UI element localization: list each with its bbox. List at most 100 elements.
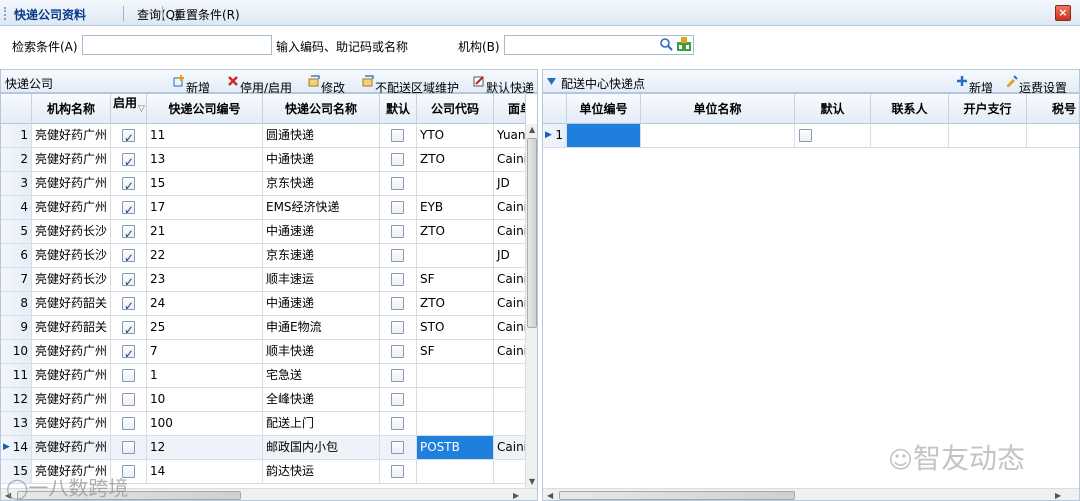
cell-default[interactable] — [380, 388, 417, 412]
cell-company-code[interactable]: 15 — [147, 172, 263, 196]
cell-org-name[interactable]: 亮健好药广州 — [32, 196, 111, 220]
cell-company-code[interactable]: 7 — [147, 340, 263, 364]
cell-org-name[interactable]: 亮健好药广州 — [32, 148, 111, 172]
row-number[interactable]: 3 — [1, 172, 32, 196]
scroll-thumb[interactable] — [527, 138, 537, 328]
org-tree-icon[interactable] — [676, 36, 692, 52]
collapse-arrow-icon[interactable] — [547, 78, 556, 86]
enabled-checkbox[interactable] — [122, 369, 135, 382]
cell-enabled[interactable] — [111, 148, 147, 172]
default-checkbox[interactable] — [391, 129, 404, 142]
default-checkbox[interactable] — [391, 273, 404, 286]
cell-company-shortcode[interactable]: SF — [417, 268, 494, 292]
cell-waybill[interactable]: Caini — [494, 220, 526, 244]
enabled-checkbox[interactable] — [122, 319, 135, 339]
row-number[interactable]: 7 — [1, 268, 32, 292]
cell-waybill[interactable]: Caini — [494, 268, 526, 292]
cell-waybill[interactable]: Caini — [494, 196, 526, 220]
cell-company-code[interactable]: 14 — [147, 460, 263, 484]
cell-default[interactable] — [380, 268, 417, 292]
cell-company-code[interactable]: 100 — [147, 412, 263, 436]
default-checkbox[interactable] — [391, 153, 404, 166]
enabled-checkbox[interactable] — [122, 223, 135, 243]
search-icon[interactable] — [659, 37, 673, 51]
row-number[interactable]: 11 — [1, 364, 32, 388]
default-checkbox[interactable] — [391, 225, 404, 238]
cell-default[interactable] — [380, 148, 417, 172]
cell-company-shortcode[interactable]: ZTO — [417, 292, 494, 316]
cell-waybill[interactable]: Caini — [494, 292, 526, 316]
cell-waybill[interactable]: JD — [494, 172, 526, 196]
cell-company-shortcode[interactable] — [417, 412, 494, 436]
cell-org-name[interactable]: 亮健好药长沙 — [32, 268, 111, 292]
cell-company-code[interactable]: 10 — [147, 388, 263, 412]
cell-company-name[interactable]: 全峰快递 — [263, 388, 380, 412]
cell-company-code[interactable]: 24 — [147, 292, 263, 316]
default-checkbox[interactable] — [391, 369, 404, 382]
cell-default[interactable] — [380, 364, 417, 388]
cell-company-code[interactable]: 17 — [147, 196, 263, 220]
column-header-org-name[interactable]: 机构名称 — [32, 94, 111, 124]
cell-default[interactable] — [380, 172, 417, 196]
column-header-default[interactable]: 默认 — [795, 94, 871, 124]
row-number[interactable]: 1 — [1, 124, 32, 148]
cell-company-code[interactable]: 13 — [147, 148, 263, 172]
cell-org-name[interactable]: 亮健好药广州 — [32, 412, 111, 436]
right-add-button[interactable]: 新增 — [956, 74, 993, 95]
default-checkbox[interactable] — [391, 177, 404, 190]
default-checkbox[interactable] — [391, 201, 404, 214]
cell-company-code[interactable]: 21 — [147, 220, 263, 244]
cell-waybill[interactable]: Caini — [494, 316, 526, 340]
enabled-checkbox[interactable] — [122, 417, 135, 430]
cell-org-name[interactable]: 亮健好药广州 — [32, 340, 111, 364]
cell-enabled[interactable] — [111, 364, 147, 388]
close-button[interactable]: × — [1055, 5, 1071, 21]
scroll-down-icon[interactable]: ▼ — [529, 477, 535, 486]
column-header-tax-id[interactable]: 税号 — [1027, 94, 1079, 124]
cell-company-shortcode[interactable] — [417, 460, 494, 484]
default-checkbox[interactable] — [391, 345, 404, 358]
default-express-button[interactable]: 默认快递 — [473, 74, 534, 95]
cell-default[interactable] — [380, 436, 417, 460]
column-header-unit-code[interactable]: 单位编号 — [567, 94, 641, 124]
row-number[interactable]: 5 — [1, 220, 32, 244]
right-horizontal-scrollbar[interactable]: ◀ ▶ — [543, 488, 1079, 500]
default-checkbox[interactable] — [391, 417, 404, 430]
cell-company-name[interactable]: 韵达快运 — [263, 460, 380, 484]
cell-org-name[interactable]: 亮健好药广州 — [32, 172, 111, 196]
cell-enabled[interactable] — [111, 340, 147, 364]
cell-enabled[interactable] — [111, 436, 147, 460]
cell-default[interactable] — [380, 244, 417, 268]
row-number[interactable]: 2 — [1, 148, 32, 172]
column-header-unit-name[interactable]: 单位名称 — [641, 94, 795, 124]
cell-waybill[interactable] — [494, 412, 526, 436]
cell-company-name[interactable]: 圆通快递 — [263, 124, 380, 148]
scroll-right-icon[interactable]: ▶ — [1055, 491, 1061, 500]
enabled-checkbox[interactable] — [122, 441, 135, 454]
enabled-checkbox[interactable] — [122, 175, 135, 195]
column-header-company-code[interactable]: 快递公司编号 — [147, 94, 263, 124]
cell-company-name[interactable]: 宅急送 — [263, 364, 380, 388]
enabled-checkbox[interactable] — [122, 343, 135, 363]
cell-company-name[interactable]: 配送上门 — [263, 412, 380, 436]
cell-default[interactable] — [380, 196, 417, 220]
row-number[interactable]: 10 — [1, 340, 32, 364]
cell-waybill[interactable] — [494, 460, 526, 484]
cell-org-name[interactable]: 亮健好药韶关 — [32, 316, 111, 340]
default-checkbox[interactable] — [799, 129, 812, 142]
h-scroll-thumb[interactable] — [559, 491, 795, 500]
column-header-enabled[interactable]: 启用 ▽ — [111, 94, 147, 124]
cell-company-shortcode[interactable]: YTO — [417, 124, 494, 148]
cell-enabled[interactable] — [111, 412, 147, 436]
cell-enabled[interactable] — [111, 292, 147, 316]
cell-unit-name[interactable] — [641, 124, 795, 148]
cell-company-name[interactable]: 中通快递 — [263, 148, 380, 172]
cell-company-shortcode[interactable] — [417, 388, 494, 412]
column-header-company-shortcode[interactable]: 公司代码 — [417, 94, 494, 124]
disable-enable-button[interactable]: 停用/启用 — [227, 74, 292, 95]
cell-company-code[interactable]: 11 — [147, 124, 263, 148]
cell-unit-code[interactable] — [567, 124, 641, 148]
cell-company-name[interactable]: 京东快递 — [263, 172, 380, 196]
no-delivery-area-button[interactable]: 不配送区域维护 — [362, 74, 459, 95]
cell-enabled[interactable] — [111, 124, 147, 148]
